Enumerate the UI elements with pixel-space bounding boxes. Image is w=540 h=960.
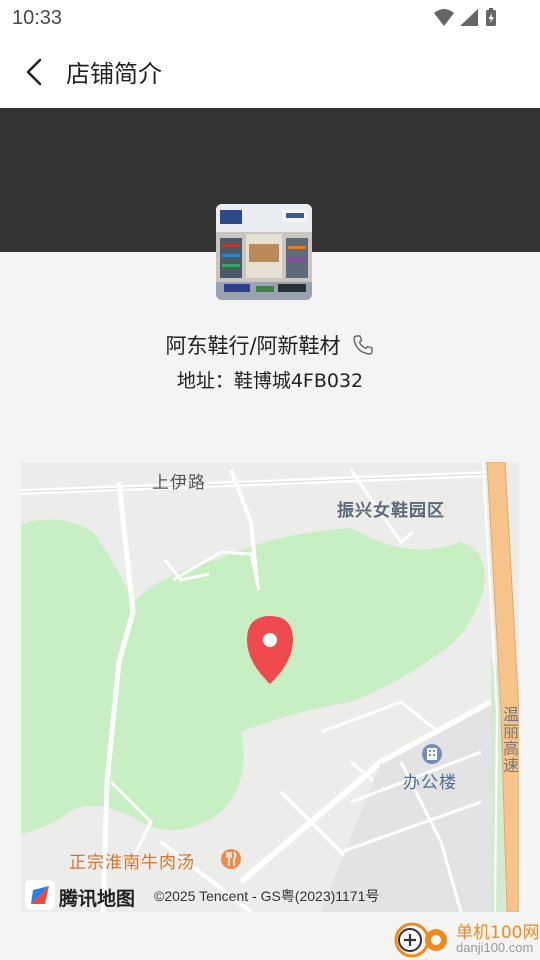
app-header: 店铺简介 [0,36,540,108]
battery-icon [486,8,496,26]
map-label-park: 振兴女鞋园区 [337,501,445,521]
status-icons [432,8,502,28]
status-bar: 10:33 [0,0,540,36]
watermark-logo-icon [394,922,447,958]
map-view[interactable]: 上伊路 振兴女鞋园区 办公楼 正宗淮南牛肉汤 温丽高速 腾讯地图 ©2025 T… [21,462,519,912]
phone-icon [352,335,373,355]
map-label-road: 上伊路 [152,473,206,493]
map-label-office: 办公楼 [403,773,457,793]
map-copyright: ©2025 Tencent - GS粤(2023)1171号 [154,888,380,904]
map-label-restaurant: 正宗淮南牛肉汤 [69,853,195,873]
map-label-highway: 温丽高速 [503,705,519,775]
store-photo[interactable] [216,204,312,300]
map-canvas [21,462,519,912]
map-logo-text: 腾讯地图 [59,888,136,910]
page-title: 店铺简介 [66,60,162,88]
signal-icon [460,9,478,26]
office-poi-icon [422,744,442,764]
store-address: 地址：鞋博城4FB032 [176,370,364,392]
store-name: 阿东鞋行/阿新鞋材 [165,334,341,358]
store-name-row: 阿东鞋行/阿新鞋材 [0,330,540,360]
chevron-left-icon [26,58,42,86]
back-button[interactable] [14,50,54,94]
restaurant-poi-icon [221,849,241,869]
watermark-en: danji100.com [456,940,534,955]
status-time: 10:33 [12,7,63,29]
phone-call-button[interactable] [351,333,375,357]
tencent-map-logo: 腾讯地图 [25,880,153,910]
tencent-map-logo-icon [25,880,55,910]
site-watermark: 单机100网 danji100.com [392,916,540,960]
wifi-icon [434,9,454,26]
